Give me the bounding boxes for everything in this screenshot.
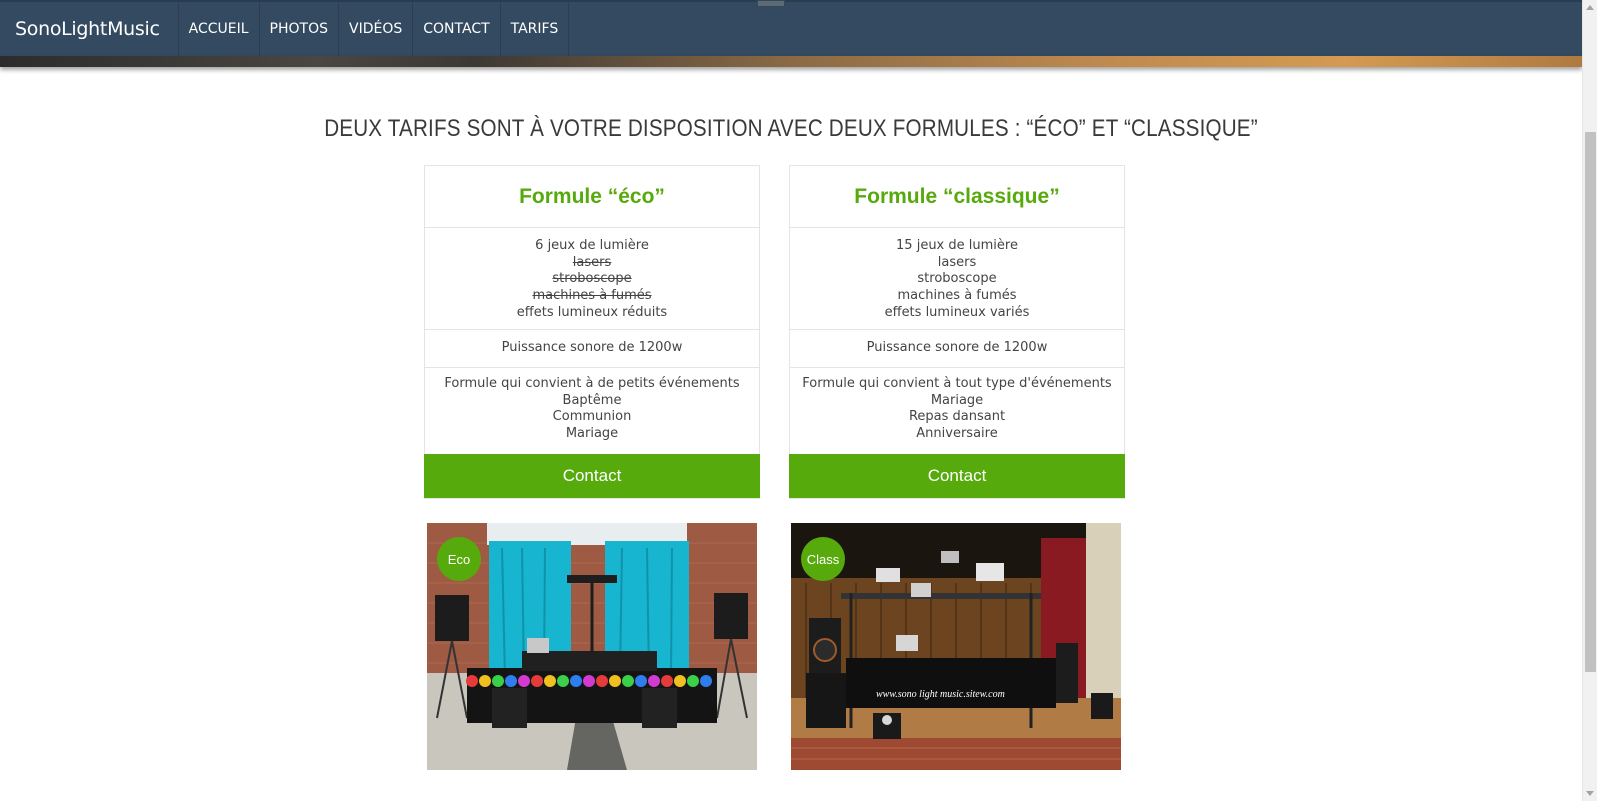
page-heading: DEUX TARIFS SONT À VOTRE DISPOSITION AVE…	[324, 115, 1258, 142]
drag-handle-icon[interactable]	[757, 0, 785, 7]
power-feature: Puissance sonore de 1200w	[425, 330, 759, 368]
lights-features: 6 jeux de lumière lasers stroboscope mac…	[425, 228, 759, 330]
event-line: Mariage	[930, 392, 984, 408]
header-banner-image	[0, 56, 1582, 67]
nav-item-tarifs[interactable]: TARIFS	[501, 2, 570, 56]
photo-classic-setup[interactable]: www.sono light music.sitew.com Class	[791, 523, 1121, 770]
nav-item-contact[interactable]: CONTACT	[413, 2, 501, 56]
vertical-scrollbar[interactable]	[1582, 0, 1597, 801]
photo-watermark: www.sono light music.sitew.com	[876, 689, 1005, 700]
events-features: Formule qui convient à tout type d'événe…	[790, 368, 1124, 454]
card-title: Formule “classique”	[790, 166, 1124, 228]
feature-line-struck: machines à fumés	[532, 288, 652, 304]
feature-line: 6 jeux de lumière	[535, 238, 649, 253]
event-line: Formule qui convient à de petits événeme…	[444, 376, 740, 391]
feature-line: lasers	[937, 254, 977, 270]
contact-button-classic[interactable]: Contact	[789, 454, 1125, 498]
feature-line: stroboscope	[917, 271, 997, 287]
feature-line: effets lumineux variés	[884, 304, 1030, 320]
events-features: Formule qui convient à de petits événeme…	[425, 368, 759, 454]
nav-item-accueil[interactable]: ACCUEIL	[179, 2, 260, 56]
feature-line: machines à fumés	[897, 288, 1017, 304]
feature-line: 15 jeux de lumière	[896, 238, 1018, 253]
classic-badge: Class	[801, 537, 845, 581]
feature-line: effets lumineux réduits	[516, 304, 668, 320]
power-feature: Puissance sonore de 1200w	[790, 330, 1124, 368]
event-line: Baptême	[562, 392, 622, 408]
photo-eco-setup[interactable]: Eco	[427, 523, 757, 770]
scroll-up-arrow-icon[interactable]	[1586, 5, 1594, 10]
scroll-thumb[interactable]	[1585, 132, 1596, 672]
top-navbar: SonoLightMusic ACCUEIL PHOTOS VIDÉOS CON…	[0, 0, 1582, 56]
event-line: Anniversaire	[916, 426, 998, 442]
pricing-card-classic: Formule “classique” 15 jeux de lumière l…	[789, 165, 1125, 499]
feature-line-struck: stroboscope	[552, 271, 632, 287]
pricing-card-eco: Formule “éco” 6 jeux de lumière lasers s…	[424, 165, 760, 499]
contact-button-eco[interactable]: Contact	[424, 454, 760, 498]
brand-logo[interactable]: SonoLightMusic	[0, 2, 179, 56]
eco-badge: Eco	[437, 537, 481, 581]
event-line: Communion	[552, 409, 632, 425]
nav-item-photos[interactable]: PHOTOS	[260, 2, 339, 56]
nav-item-videos[interactable]: VIDÉOS	[339, 2, 414, 56]
event-line: Formule qui convient à tout type d'événe…	[802, 376, 1112, 391]
scroll-down-arrow-icon[interactable]	[1586, 791, 1594, 796]
lights-features: 15 jeux de lumière lasers stroboscope ma…	[790, 228, 1124, 330]
feature-line-struck: lasers	[572, 254, 612, 270]
event-line: Repas dansant	[908, 409, 1006, 425]
event-line: Mariage	[565, 426, 619, 442]
card-title: Formule “éco”	[425, 166, 759, 228]
